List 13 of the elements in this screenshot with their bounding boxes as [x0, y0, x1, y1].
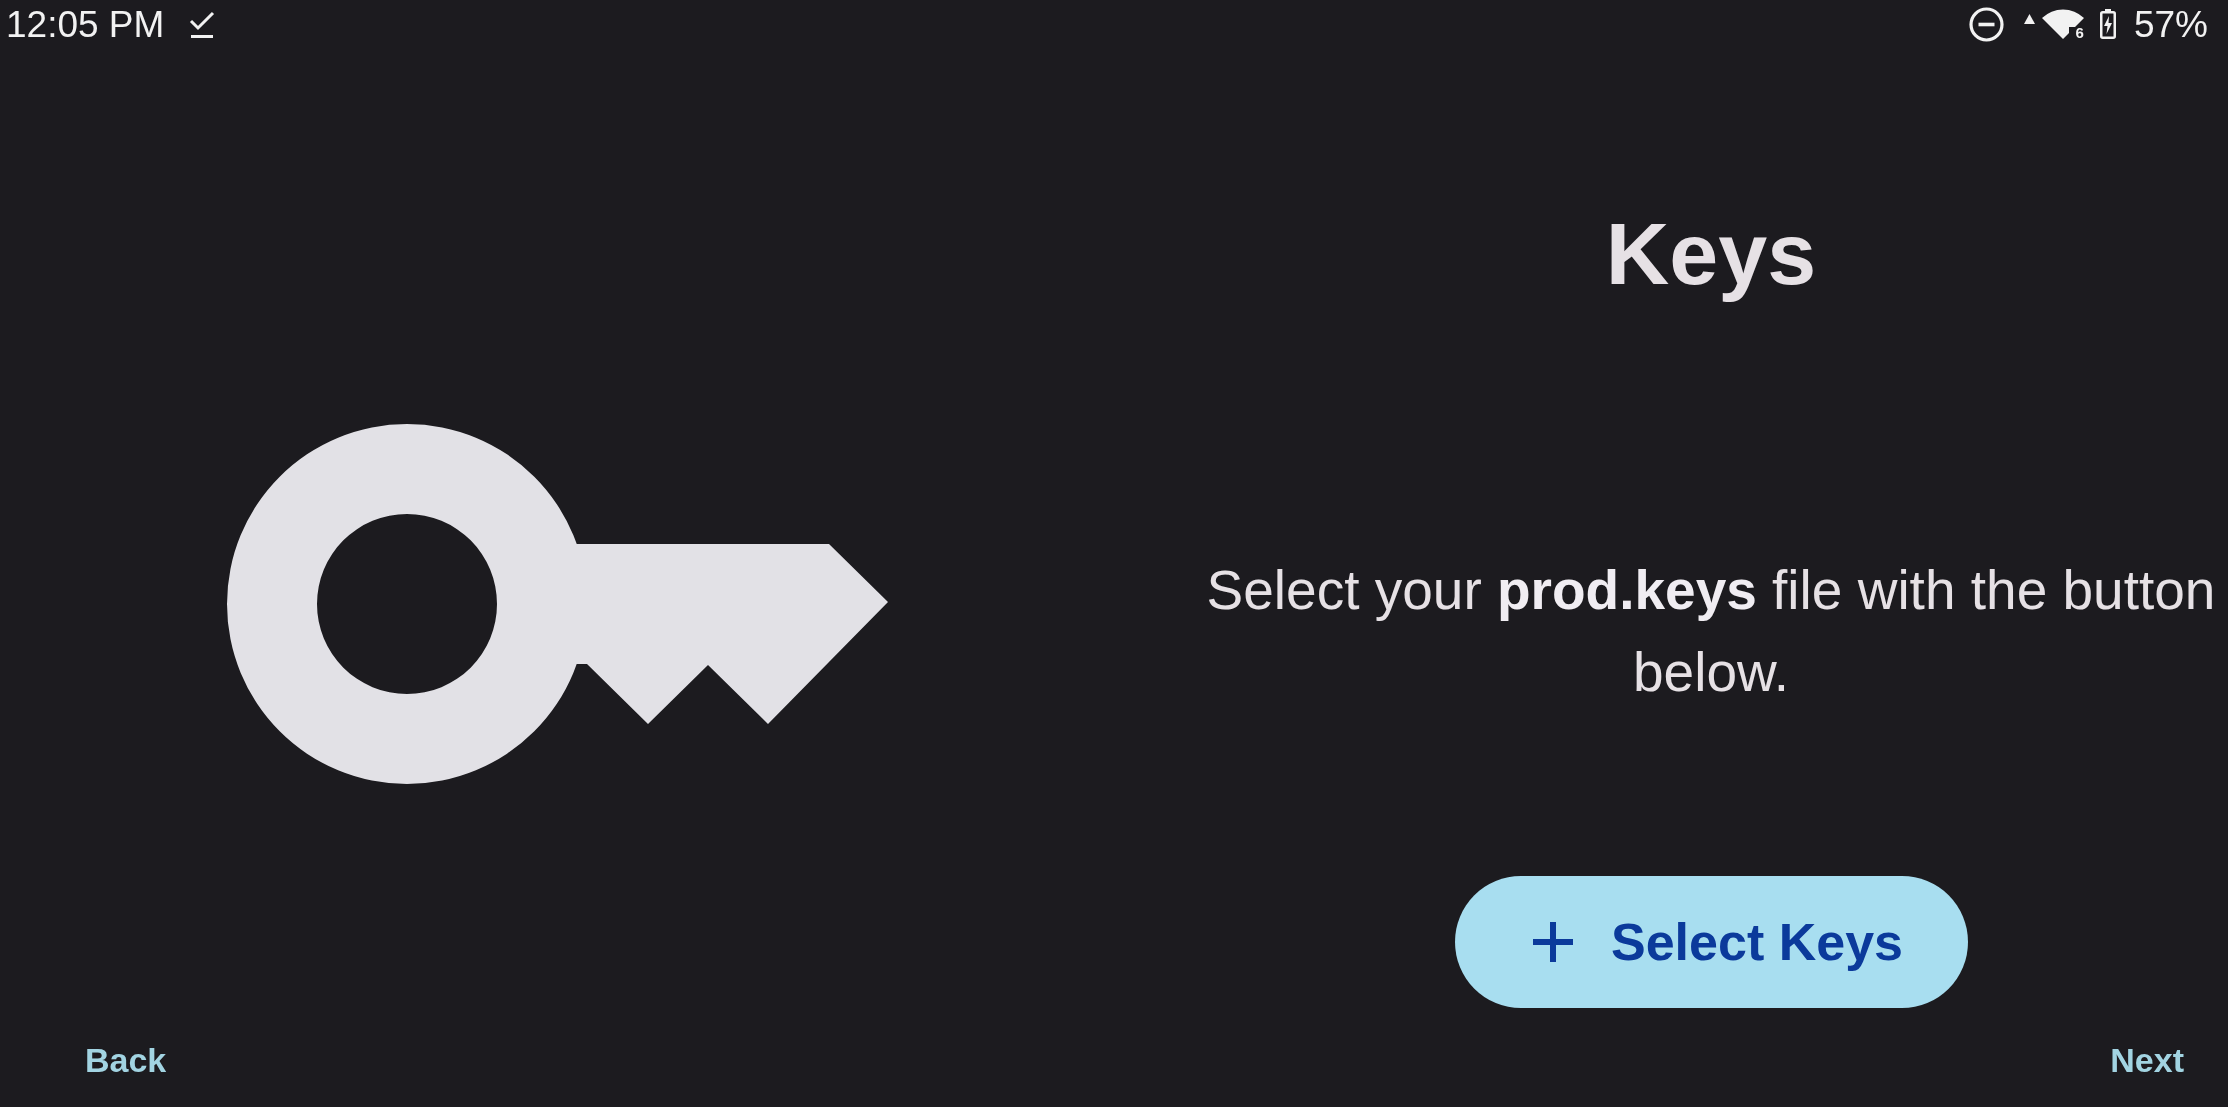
wifi-icon — [2041, 9, 2084, 39]
checkmark-icon — [189, 9, 216, 39]
select-keys-button[interactable]: Select Keys — [1454, 876, 1968, 1008]
triangle-icon — [2023, 13, 2035, 24]
key-icon — [227, 424, 889, 785]
minus-circle-icon — [1968, 6, 2004, 42]
back-button[interactable]: Back — [73, 1035, 179, 1086]
wifi-generation-label: 6 — [2075, 25, 2084, 40]
next-button[interactable]: Next — [2098, 1035, 2196, 1086]
instruction-text: Select your prod.keys file with the button below. — [1205, 558, 2217, 705]
status-time: 12:05 PM — [6, 5, 165, 43]
battery-percent: 57% — [2133, 5, 2208, 43]
plus-icon — [1533, 922, 1573, 962]
